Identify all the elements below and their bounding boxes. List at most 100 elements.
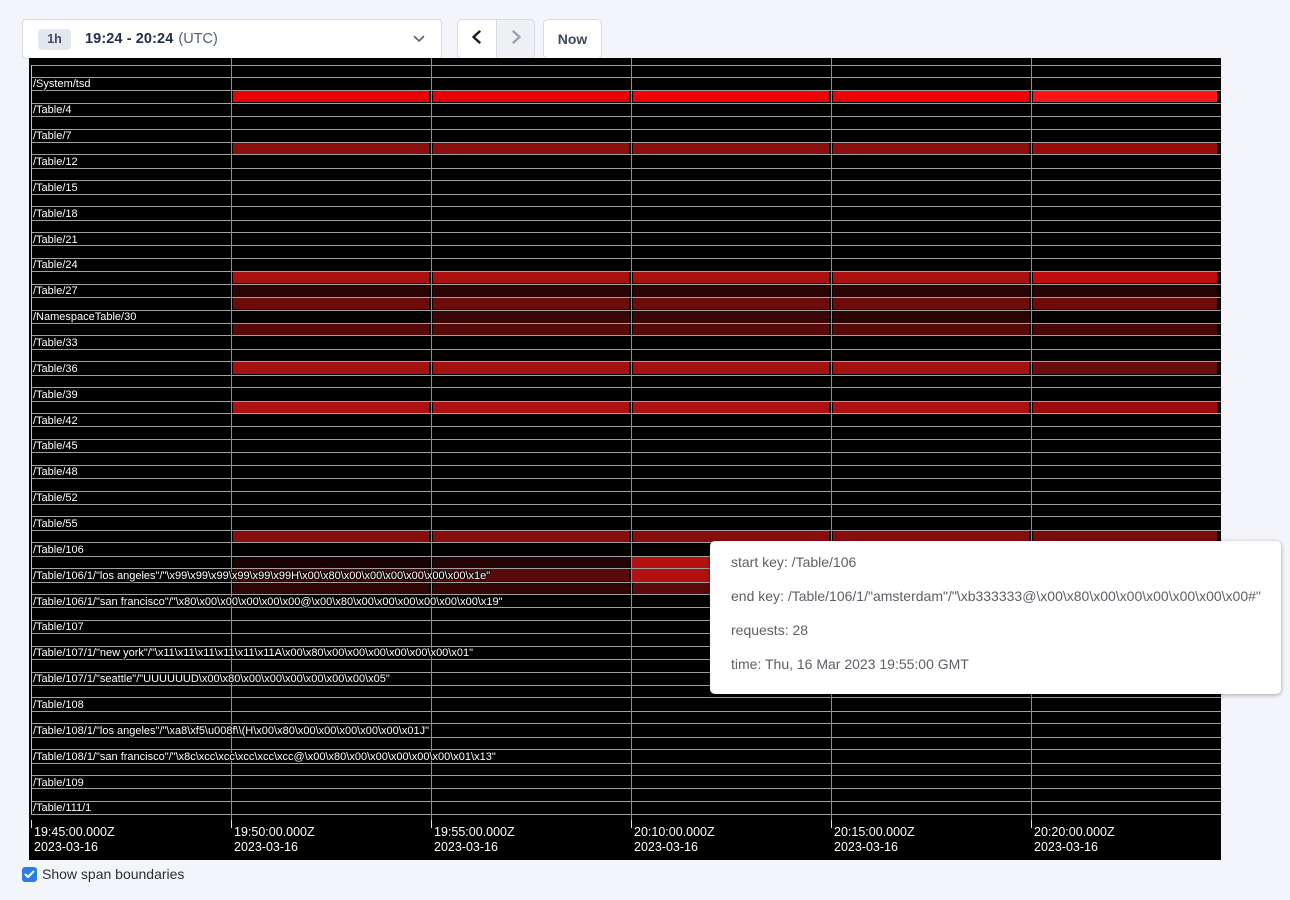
chevron-left-icon <box>470 30 484 49</box>
span-boundary-line <box>31 763 1221 764</box>
span-boundary-line <box>31 245 1221 246</box>
row-label: /Table/109 <box>33 777 84 789</box>
span-boundary-line <box>31 180 1221 181</box>
span-cell <box>233 272 429 283</box>
span-boundary-line <box>31 232 1221 233</box>
time-range-preset-badge: 1h <box>38 29 71 50</box>
span-boundary-line <box>31 271 1221 272</box>
row-label: /Table/106/1/"san francisco"/"\x80\x00\x… <box>33 596 503 608</box>
date-axis-label: 2023-03-16 <box>234 840 298 855</box>
row-label: /Table/108/1/"san francisco"/"\x8c\xcc\x… <box>33 751 496 763</box>
row-label: /Table/111/1 <box>33 802 91 814</box>
row-label: /Table/39 <box>33 389 78 401</box>
now-button[interactable]: Now <box>543 19 602 59</box>
row-label: /NamespaceTable/30 <box>33 311 136 323</box>
span-cell <box>233 143 429 154</box>
time-grid-line <box>431 58 432 820</box>
span-boundary-line <box>31 788 1221 789</box>
row-label: /Table/52 <box>33 492 78 504</box>
span-cell <box>833 298 1029 309</box>
span-cell <box>1033 91 1217 102</box>
row-label: /Table/27 <box>33 285 78 297</box>
span-boundary-line <box>31 452 1221 453</box>
span-boundary-line <box>31 361 1221 362</box>
span-cell <box>233 298 429 309</box>
date-axis-label: 2023-03-16 <box>434 840 498 855</box>
span-cell <box>233 531 429 542</box>
span-boundary-line <box>31 504 1221 505</box>
time-range-selector[interactable]: 1h 19:24 - 20:24 (UTC) <box>22 19 442 59</box>
span-cell <box>233 583 429 594</box>
span-cell <box>433 402 629 413</box>
row-label: /Table/4 <box>33 104 72 116</box>
span-cell <box>1033 324 1217 335</box>
date-axis-label: 2023-03-16 <box>634 840 698 855</box>
chevron-right-icon <box>509 30 523 49</box>
tooltip-end-key: end key: /Table/106/1/"amsterdam"/"\xb33… <box>731 579 1281 613</box>
span-cell <box>233 91 429 102</box>
span-boundary-line <box>31 168 1221 169</box>
row-label: /Table/7 <box>33 130 72 142</box>
date-axis-label: 2023-03-16 <box>834 840 898 855</box>
span-cell <box>433 143 629 154</box>
axis-tick <box>1031 820 1032 828</box>
span-cell <box>433 362 629 374</box>
span-boundary-line <box>31 77 1221 78</box>
span-boundary-line <box>31 814 1221 815</box>
span-boundary-line <box>31 401 1221 402</box>
span-cell <box>233 557 429 568</box>
time-axis-label: 20:20:00.000Z <box>1034 825 1115 840</box>
next-range-button[interactable] <box>496 19 535 59</box>
time-grid-line <box>231 58 232 820</box>
axis-tick <box>831 820 832 828</box>
span-cell <box>1033 362 1217 374</box>
row-label: /Table/18 <box>33 208 78 220</box>
span-cell <box>1033 298 1217 309</box>
tooltip-start-key: start key: /Table/106 <box>731 545 1281 579</box>
span-cell <box>833 311 1029 323</box>
span-boundary-line <box>31 413 1221 414</box>
span-boundary-line <box>31 206 1221 207</box>
span-cell <box>1033 272 1217 283</box>
span-boundary-line <box>31 387 1221 388</box>
time-grid-line <box>1031 58 1032 820</box>
tooltip-requests: requests: 28 <box>731 613 1281 647</box>
span-cell <box>633 298 829 309</box>
span-boundary-line <box>31 116 1221 117</box>
row-label: /Table/42 <box>33 415 78 427</box>
span-boundary-line <box>31 530 1221 531</box>
span-cell <box>433 557 629 568</box>
span-cell <box>833 272 1029 283</box>
row-label: /Table/45 <box>33 440 78 452</box>
plot-left-edge-line <box>31 65 32 815</box>
row-label: /Table/12 <box>33 156 78 168</box>
row-label: /Table/33 <box>33 337 78 349</box>
axis-tick <box>231 820 232 828</box>
time-axis-label: 19:45:00.000Z <box>34 825 115 840</box>
span-cell <box>633 285 829 297</box>
prev-range-button[interactable] <box>457 19 496 59</box>
row-label: /Table/24 <box>33 259 78 271</box>
span-cell <box>233 285 429 297</box>
date-axis-label: 2023-03-16 <box>34 840 98 855</box>
axis-tick <box>631 820 632 828</box>
show-span-boundaries-checkbox[interactable] <box>22 867 37 882</box>
row-label: /Table/108 <box>33 699 84 711</box>
span-boundary-line <box>31 220 1221 221</box>
row-label: /System/tsd <box>33 78 90 90</box>
span-cell <box>433 285 629 297</box>
span-cell <box>433 311 629 323</box>
chart-tooltip: start key: /Table/106 end key: /Table/10… <box>710 541 1281 694</box>
time-axis-label: 20:10:00.000Z <box>634 825 715 840</box>
span-cell <box>1033 402 1217 413</box>
span-cell <box>633 143 829 154</box>
key-visualizer-chart[interactable]: /System/tsd/Table/4/Table/7/Table/12/Tab… <box>29 58 1221 860</box>
span-cell <box>233 324 429 335</box>
span-boundary-line <box>31 154 1221 155</box>
span-boundary-line <box>31 711 1221 712</box>
row-label: /Table/106/1/"los angeles"/"\x99\x99\x99… <box>33 570 490 582</box>
chevron-down-icon <box>413 35 425 43</box>
span-cell <box>633 91 829 102</box>
span-boundary-line <box>31 194 1221 195</box>
span-cell <box>833 362 1029 374</box>
